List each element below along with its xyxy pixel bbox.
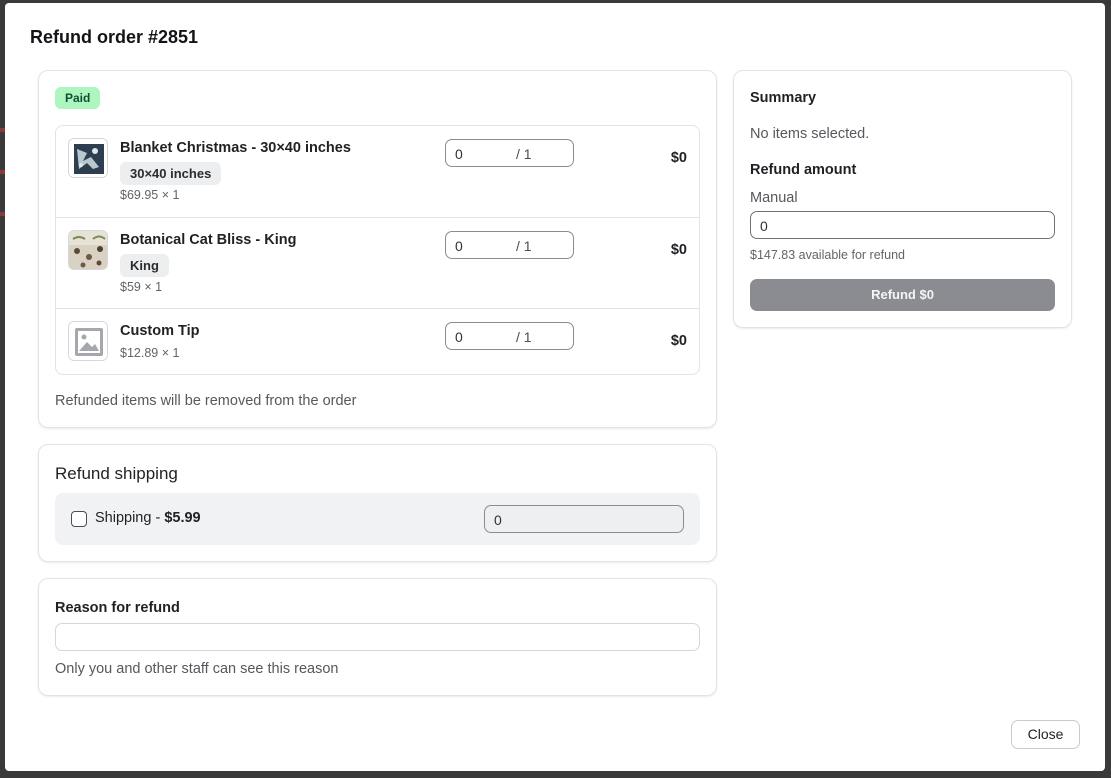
shipping-row: Shipping - $5.99 0 — [55, 493, 700, 545]
blanket-photo-icon — [68, 138, 108, 178]
list-item: Botanical Cat Bliss - King King $59 × 1 … — [56, 217, 699, 308]
shipping-refund-input[interactable]: 0 — [484, 505, 684, 533]
shipping-label-prefix: Shipping - — [95, 510, 165, 526]
list-item: Blanket Christmas - 30×40 inches 30×40 i… — [56, 126, 699, 217]
available-for-refund: $147.83 available for refund — [750, 248, 905, 262]
refund-button[interactable]: Refund $0 — [750, 279, 1055, 311]
close-button[interactable]: Close — [1011, 720, 1080, 749]
shipping-label: Shipping - $5.99 — [95, 510, 201, 526]
quantity-input[interactable]: 0 / 1 — [445, 322, 574, 350]
quantity-input[interactable]: 0 / 1 — [445, 231, 574, 259]
quantity-max: / 1 — [516, 238, 532, 254]
modal-title: Refund order #2851 — [30, 27, 199, 47]
items-footer-note: Refunded items will be removed from the … — [55, 393, 357, 409]
manual-label: Manual — [750, 190, 798, 206]
refund-shipping-title: Refund shipping — [55, 464, 178, 483]
summary-title: Summary — [750, 90, 817, 106]
shipping-amount: $5.99 — [164, 510, 201, 526]
shipping-refund-value: 0 — [494, 512, 502, 528]
reason-label: Reason for refund — [55, 600, 180, 616]
variant-tag: King — [120, 254, 169, 277]
item-price: $69.95 × 1 — [120, 188, 180, 202]
refund-modal: Refund order #2851 Paid Blanket Christma… — [5, 3, 1105, 771]
bedding-photo-icon — [68, 230, 108, 270]
refund-amount-title: Refund amount — [750, 162, 857, 178]
refund-reason-card: Reason for refund Only you and other sta… — [38, 578, 717, 696]
summary-card: Summary No items selected. Refund amount… — [733, 70, 1072, 328]
row-total: $0 — [670, 333, 687, 349]
items-list: Blanket Christmas - 30×40 inches 30×40 i… — [55, 125, 700, 375]
manual-refund-value: 0 — [760, 218, 768, 234]
shipping-checkbox[interactable] — [71, 511, 87, 527]
quantity-max: / 1 — [516, 329, 532, 345]
quantity-value: 0 — [455, 146, 463, 162]
reason-input[interactable] — [55, 623, 700, 651]
item-price: $59 × 1 — [120, 280, 163, 294]
item-title: Blanket Christmas - 30×40 inches — [120, 140, 351, 156]
image-placeholder-icon — [68, 321, 108, 361]
variant-tag: 30×40 inches — [120, 162, 222, 185]
status-badge: Paid — [55, 87, 101, 109]
refund-items-card: Paid Blanket Christmas - 30×40 inches 30… — [38, 70, 717, 428]
item-title: Custom Tip — [120, 323, 200, 339]
item-price: $12.89 × 1 — [120, 346, 180, 360]
refund-shipping-card: Refund shipping Shipping - $5.99 0 — [38, 444, 717, 562]
reason-helper-text: Only you and other staff can see this re… — [55, 661, 339, 677]
row-total: $0 — [670, 150, 687, 166]
list-item: Custom Tip $12.89 × 1 0 / 1 $0 — [56, 308, 699, 375]
quantity-value: 0 — [455, 238, 463, 254]
quantity-input[interactable]: 0 / 1 — [445, 139, 574, 167]
quantity-max: / 1 — [516, 146, 532, 162]
row-total: $0 — [670, 242, 687, 258]
manual-refund-input[interactable]: 0 — [750, 211, 1055, 239]
summary-status: No items selected. — [750, 126, 870, 142]
item-title: Botanical Cat Bliss - King — [120, 232, 297, 248]
quantity-value: 0 — [455, 329, 463, 345]
